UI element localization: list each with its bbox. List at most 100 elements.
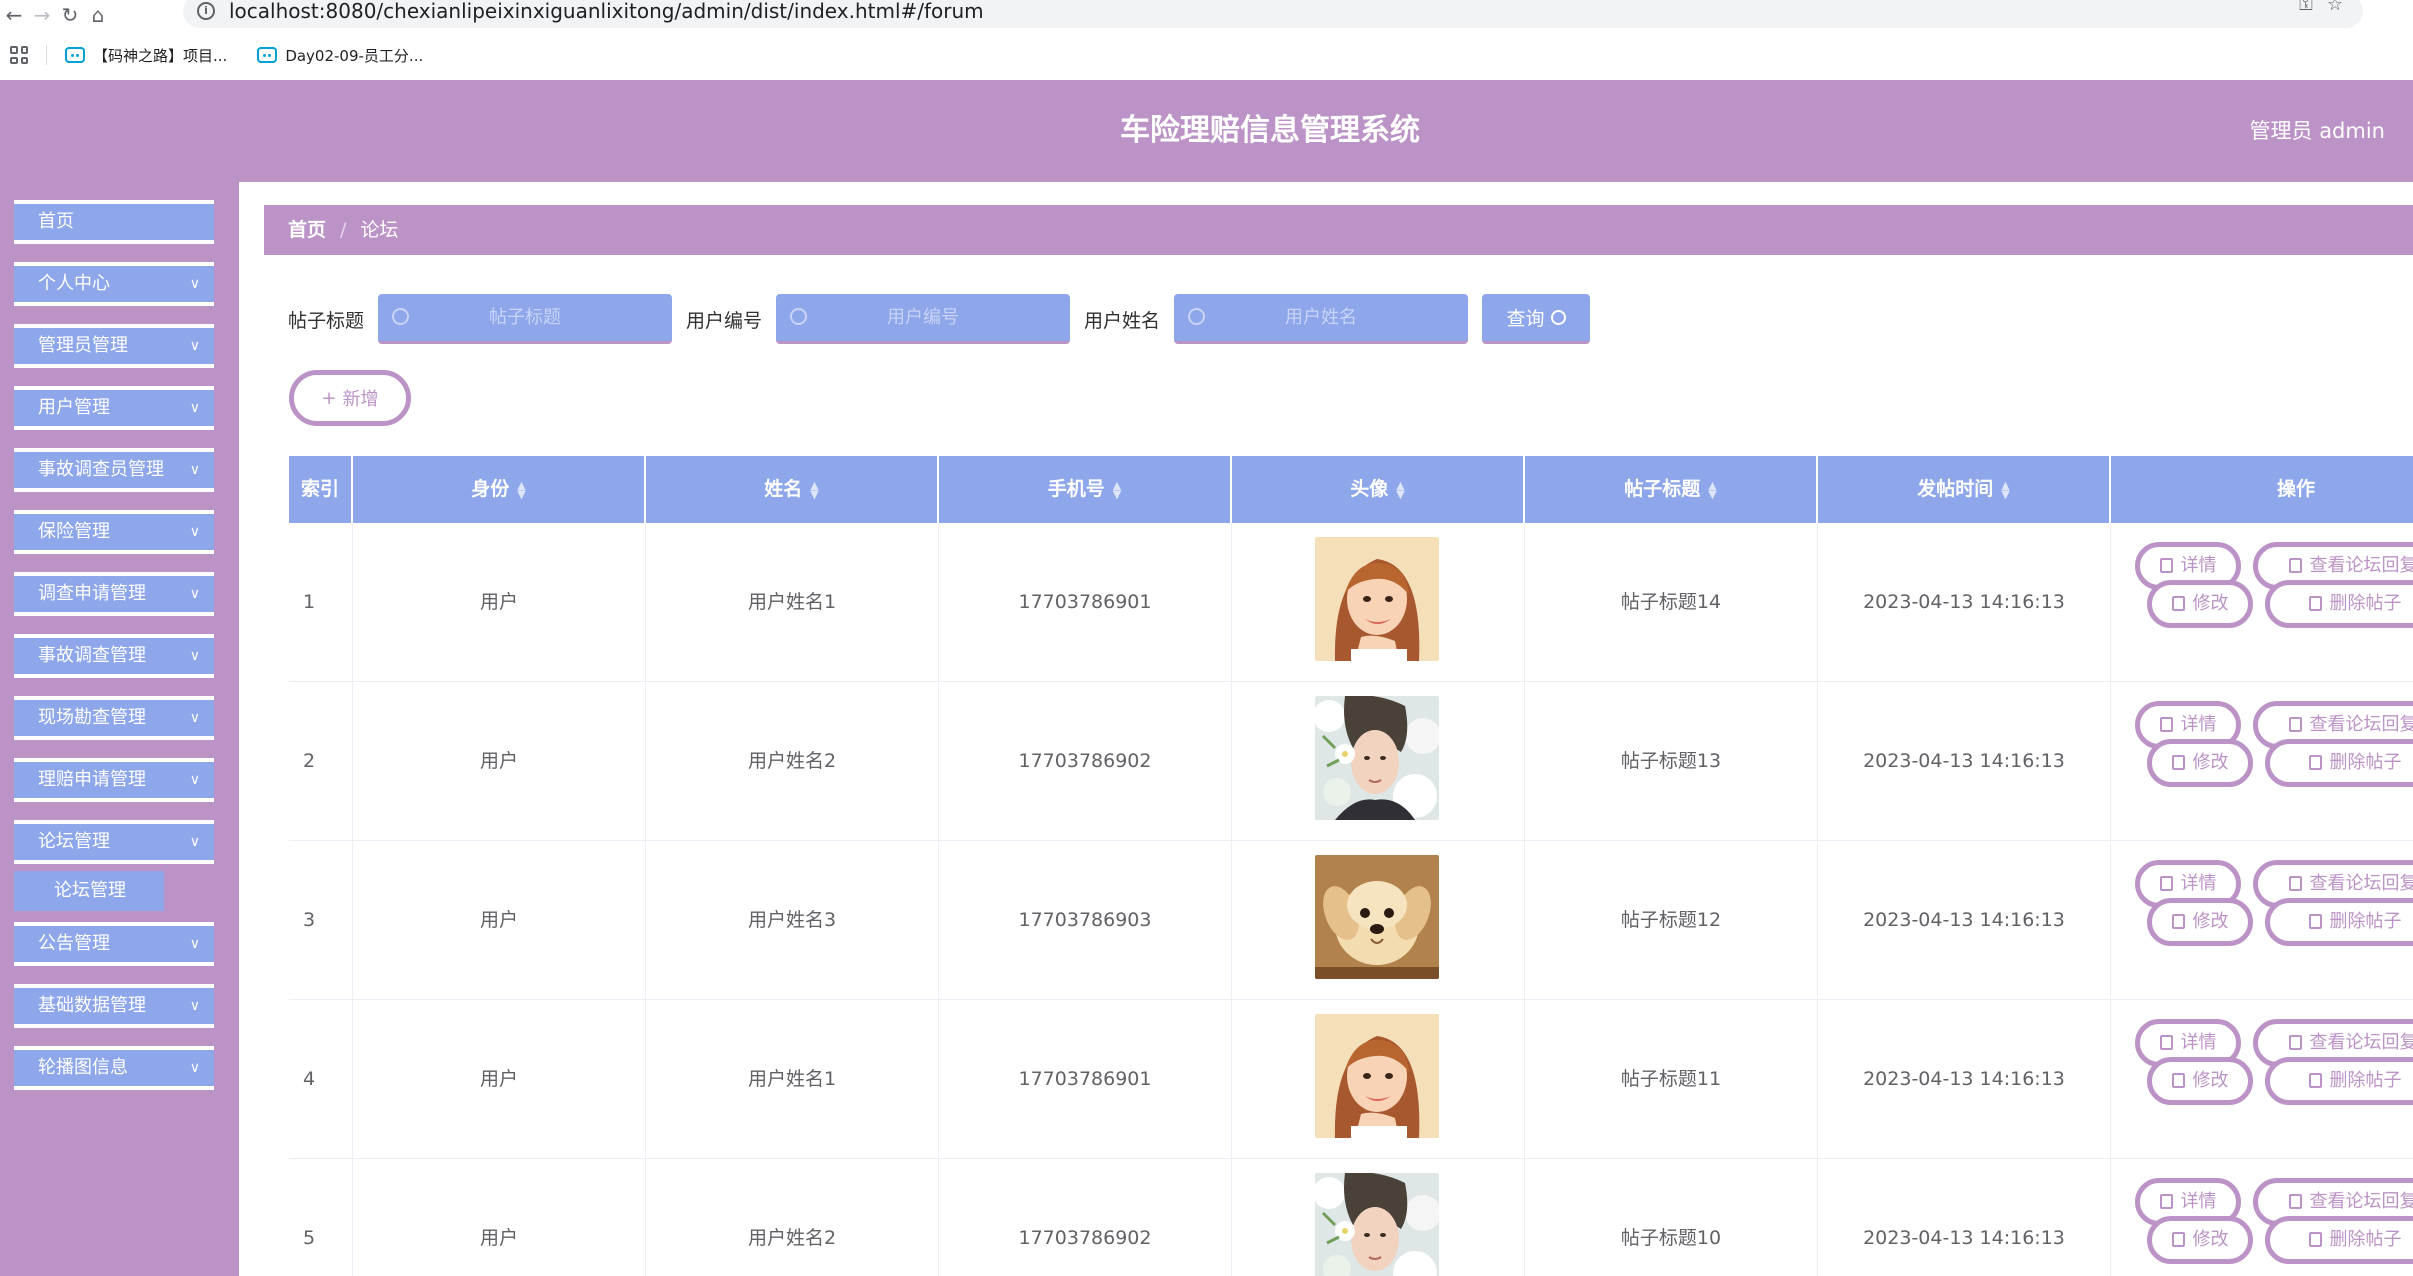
sidebar-item-forum-management[interactable]: 论坛管理 ∨ — [14, 820, 214, 864]
detail-button-label: 详情 — [2180, 714, 2217, 735]
cell-role-text: 用户 — [479, 591, 518, 613]
chevron-down-icon: ∨ — [189, 524, 200, 540]
sort-icon[interactable]: ▲ ▼ — [1113, 480, 1121, 500]
bookmark-item[interactable]: Day02-09-员工分... — [257, 45, 423, 66]
forward-icon[interactable]: → — [28, 1, 56, 29]
user-id-input[interactable] — [776, 294, 1071, 341]
edit-icon — [2171, 596, 2185, 611]
sidebar-item-admin-management[interactable]: 管理员管理 ∨ — [14, 324, 214, 368]
cell-role-text: 用户 — [479, 1227, 518, 1249]
edit-button[interactable]: 修改 — [2147, 898, 2253, 946]
delete-post-button[interactable]: 删除帖子 — [2265, 580, 2413, 628]
column-header-avatar[interactable]: 头像 ▲ ▼ — [1232, 456, 1525, 523]
apps-grid-icon[interactable] — [10, 46, 28, 64]
sidebar-item-notice-management[interactable]: 公告管理 ∨ — [14, 922, 214, 966]
address-bar[interactable]: i localhost:8080/chexianlipeixinxiguanli… — [183, 0, 2363, 28]
cell-index-text: 1 — [303, 591, 316, 613]
sort-icon[interactable]: ▲ ▼ — [810, 480, 818, 500]
column-header-post-time[interactable]: 发帖时间 ▲ ▼ — [1818, 456, 2111, 523]
column-header-post-title[interactable]: 帖子标题 ▲ ▼ — [1525, 456, 1818, 523]
cell-post-title: 帖子标题14 — [1525, 523, 1818, 682]
sidebar-item-claim-application[interactable]: 理赔申请管理 ∨ — [14, 758, 214, 802]
avatar[interactable] — [1315, 1014, 1439, 1138]
edit-button[interactable]: 修改 — [2147, 1057, 2253, 1105]
detail-button-label: 详情 — [2180, 555, 2217, 576]
password-key-icon[interactable]: ⚿ — [2299, 0, 2313, 15]
sidebar-item-carousel[interactable]: 轮播图信息 ∨ — [14, 1046, 214, 1090]
post-title-field — [378, 294, 673, 344]
back-icon[interactable]: ← — [0, 1, 28, 29]
delete-post-button-label: 删除帖子 — [2329, 1070, 2402, 1091]
sidebar-item-base-data[interactable]: 基础数据管理 ∨ — [14, 984, 214, 1028]
sort-icon[interactable]: ▲ ▼ — [517, 480, 525, 500]
delete-post-button[interactable]: 删除帖子 — [2265, 1057, 2413, 1105]
chevron-down-icon: ∨ — [189, 772, 200, 788]
avatar[interactable] — [1315, 537, 1439, 661]
edit-button-label: 修改 — [2192, 593, 2229, 614]
add-button[interactable]: + 新增 — [289, 370, 411, 426]
current-user[interactable]: 管理员 admin — [2250, 80, 2385, 182]
sidebar-item-label: 首页 — [38, 211, 74, 232]
cell-post-time: 2023-04-13 14:16:13 — [1818, 523, 2111, 682]
delete-post-button[interactable]: 删除帖子 — [2265, 1216, 2413, 1264]
bookmark-star-icon[interactable]: ☆ — [2327, 0, 2343, 15]
sidebar-item-accident-survey[interactable]: 事故调查管理 ∨ — [14, 634, 214, 678]
column-header-index: 索引 — [289, 456, 353, 523]
sidebar-item-survey-application[interactable]: 调查申请管理 ∨ — [14, 572, 214, 616]
cell-post-time: 2023-04-13 14:16:13 — [1818, 1000, 2111, 1159]
sidebar-subitem-forum-management[interactable]: 论坛管理 — [14, 871, 164, 911]
cell-avatar — [1232, 523, 1525, 682]
home-icon[interactable]: ⌂ — [84, 1, 112, 29]
cell-role-text: 用户 — [479, 750, 518, 772]
sidebar-item-insurance-management[interactable]: 保险管理 ∨ — [14, 510, 214, 554]
cell-post-title: 帖子标题12 — [1525, 841, 1818, 1000]
delete-post-button[interactable]: 删除帖子 — [2265, 739, 2413, 787]
sidebar-item-home[interactable]: 首页 — [14, 200, 214, 244]
chevron-down-icon: ∨ — [189, 400, 200, 416]
column-header-role[interactable]: 身份 ▲ ▼ — [353, 456, 646, 523]
edit-button[interactable]: 修改 — [2147, 739, 2253, 787]
query-button[interactable]: 查询 — [1482, 294, 1591, 344]
post-title-input[interactable] — [378, 294, 673, 341]
site-info-icon[interactable]: i — [197, 2, 215, 20]
reload-icon[interactable]: ↻ — [56, 1, 84, 29]
breadcrumb-home[interactable]: 首页 — [288, 219, 326, 241]
avatar[interactable] — [1315, 855, 1439, 979]
edit-icon — [2288, 717, 2302, 732]
sidebar-item-personal-center[interactable]: 个人中心 ∨ — [14, 262, 214, 306]
cell-actions: 详情 查看论坛回复 修改 删除帖子 — [2111, 1159, 2413, 1276]
sidebar-item-investigator-management[interactable]: 事故调查员管理 ∨ — [14, 448, 214, 492]
edit-button[interactable]: 修改 — [2147, 1216, 2253, 1264]
avatar[interactable] — [1315, 696, 1439, 820]
cell-post-time-text: 2023-04-13 14:16:13 — [1863, 1227, 2065, 1249]
sort-icon[interactable]: ▲ ▼ — [2001, 480, 2009, 500]
chevron-down-icon: ∨ — [189, 710, 200, 726]
trash-icon — [2308, 914, 2322, 929]
bookmark-item[interactable]: 【码神之路】项目... — [65, 45, 227, 66]
edit-button[interactable]: 修改 — [2147, 580, 2253, 628]
sidebar-item-user-management[interactable]: 用户管理 ∨ — [14, 386, 214, 430]
cell-index: 4 — [289, 1000, 353, 1159]
sidebar-item-site-inspection[interactable]: 现场勘查管理 ∨ — [14, 696, 214, 740]
delete-post-button[interactable]: 删除帖子 — [2265, 898, 2413, 946]
table-row: 3 用户 用户姓名3 17703786903 帖子标题12 2023-04-13 14:1… — [289, 841, 2413, 1000]
cell-avatar — [1232, 682, 1525, 841]
edit-button-label: 修改 — [2192, 752, 2229, 773]
sort-icon[interactable]: ▲ ▼ — [1396, 480, 1404, 500]
document-icon — [2159, 1035, 2173, 1050]
column-header-phone[interactable]: 手机号 ▲ ▼ — [939, 456, 1232, 523]
user-name-input[interactable] — [1174, 294, 1469, 341]
column-header-actions: 操作 — [2276, 478, 2315, 500]
cell-index-text: 3 — [303, 909, 316, 931]
sort-icon[interactable]: ▲ ▼ — [1708, 480, 1716, 500]
cell-post-title-text: 帖子标题13 — [1620, 750, 1722, 772]
search-form: 帖子标题 用户编号 用户姓名 查询 — [288, 294, 1591, 344]
table-row: 1 用户 用户姓名1 17703786901 帖子标题14 2023-04-13 14:1… — [289, 523, 2413, 682]
avatar[interactable] — [1315, 1173, 1439, 1276]
edit-button-label: 修改 — [2192, 1070, 2229, 1091]
column-header-name[interactable]: 姓名 ▲ ▼ — [646, 456, 939, 523]
delete-post-button-label: 删除帖子 — [2329, 1229, 2402, 1250]
document-icon — [2159, 1194, 2173, 1209]
sidebar-item-label: 轮播图信息 — [38, 1057, 128, 1078]
search-icon — [1188, 308, 1206, 325]
